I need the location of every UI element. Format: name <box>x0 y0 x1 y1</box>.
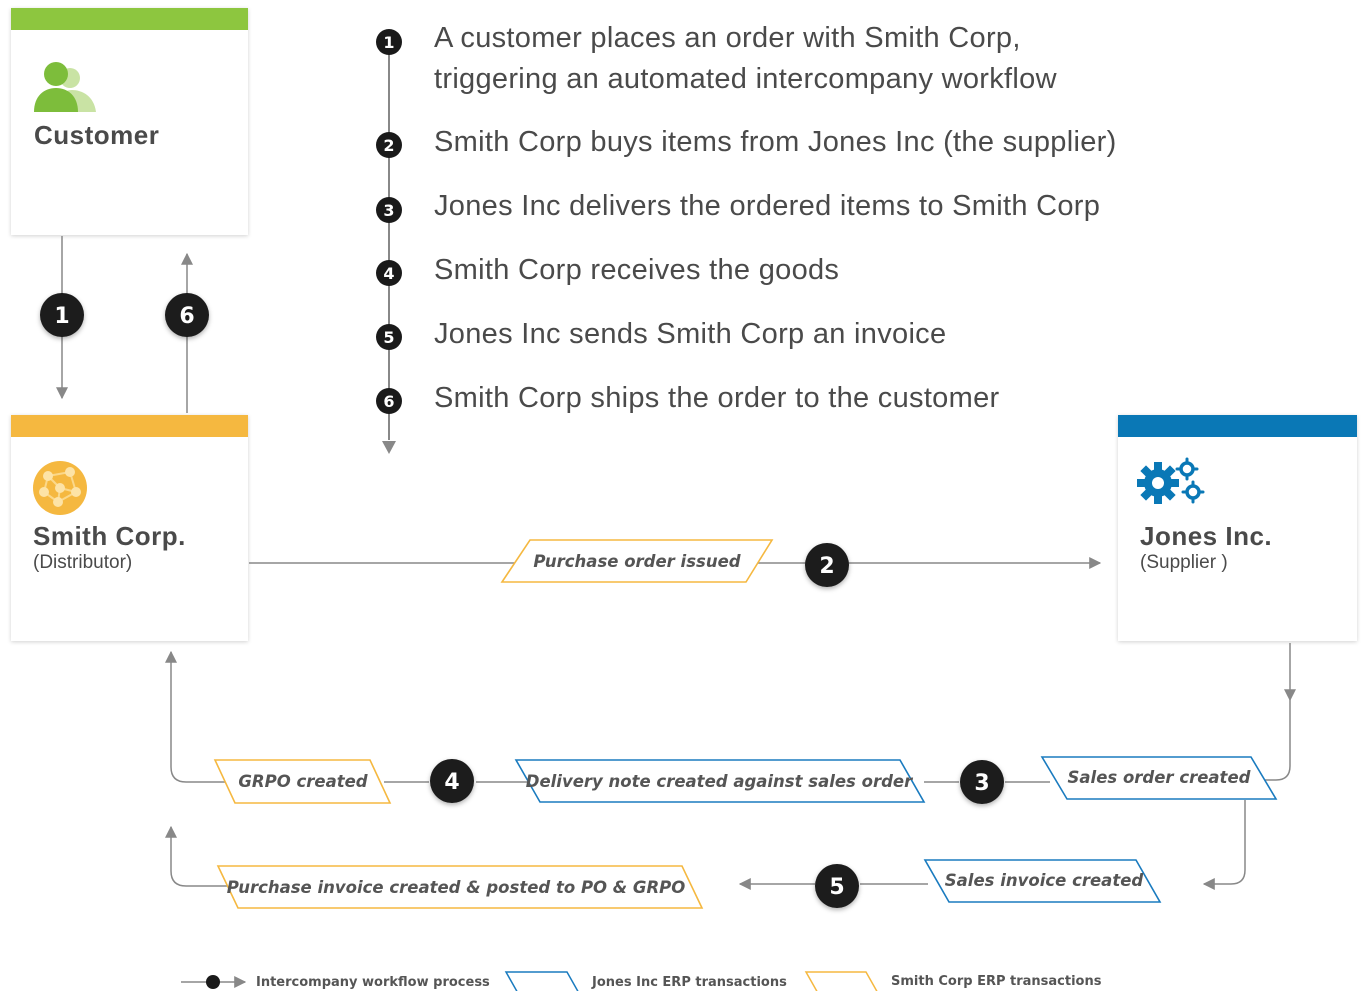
timeline-badge-1: 1 <box>376 29 402 55</box>
svg-text:5: 5 <box>829 875 844 900</box>
purchase-invoice-box: Purchase invoice created & posted to PO … <box>216 865 704 909</box>
svg-text:Purchase order issued: Purchase order issued <box>533 552 740 571</box>
flow-badge-1: 1 <box>40 293 84 337</box>
sales-order-box: Sales order created <box>1040 756 1278 800</box>
flow-badge-5: 5 <box>815 864 859 908</box>
svg-text:GRPO created: GRPO created <box>238 772 367 791</box>
svg-text:Purchase invoice created & pos: Purchase invoice created & posted to PO … <box>227 878 686 897</box>
svg-text:2: 2 <box>383 136 394 155</box>
purchase-order-box: Purchase order issued <box>500 539 774 583</box>
grpo-box: GRPO created <box>213 759 392 804</box>
delivery-note-box: Delivery note created against sales orde… <box>514 759 926 803</box>
legend-smith-label: Smith Corp ERP transactions <box>891 974 1102 989</box>
timeline: 1 2 3 4 5 6 <box>376 29 402 454</box>
svg-text:Delivery note created against: Delivery note created against sales orde… <box>526 772 913 791</box>
timeline-badge-6: 6 <box>376 388 402 414</box>
svg-text:1: 1 <box>383 33 394 52</box>
sales-invoice-box: Sales invoice created <box>923 859 1162 903</box>
svg-text:Sales order created: Sales order created <box>1068 768 1251 787</box>
legend: Intercompany workflow process Jones Inc … <box>206 971 1102 991</box>
legend-jones-label: Jones Inc ERP transactions <box>591 975 787 990</box>
flow-badge-6: 6 <box>165 293 209 337</box>
svg-text:3: 3 <box>974 771 989 796</box>
legend-workflow-dot <box>206 975 220 989</box>
flow-badge-3: 3 <box>960 760 1004 804</box>
flow-badges: 1 6 2 4 3 5 <box>40 293 1004 908</box>
timeline-badge-3: 3 <box>376 197 402 223</box>
legend-jones-swatch <box>504 971 579 991</box>
legend-workflow-label: Intercompany workflow process <box>256 975 490 990</box>
svg-text:1: 1 <box>54 304 69 329</box>
svg-text:5: 5 <box>383 328 394 347</box>
svg-text:6: 6 <box>179 304 194 329</box>
legend-smith-swatch <box>804 971 878 991</box>
timeline-badge-4: 4 <box>376 260 402 286</box>
svg-text:2: 2 <box>819 554 834 579</box>
svg-text:4: 4 <box>444 770 459 795</box>
flow-badge-4: 4 <box>430 759 474 803</box>
svg-text:Sales invoice created: Sales invoice created <box>945 871 1144 890</box>
timeline-badge-5: 5 <box>376 324 402 350</box>
svg-text:6: 6 <box>383 392 394 411</box>
timeline-badge-2: 2 <box>376 132 402 158</box>
svg-text:4: 4 <box>383 264 394 283</box>
flow-badge-2: 2 <box>805 543 849 587</box>
svg-text:3: 3 <box>383 201 394 220</box>
workflow-diagram: 1 2 3 4 5 6 Purchase order issued GRPO c… <box>40 29 1296 991</box>
